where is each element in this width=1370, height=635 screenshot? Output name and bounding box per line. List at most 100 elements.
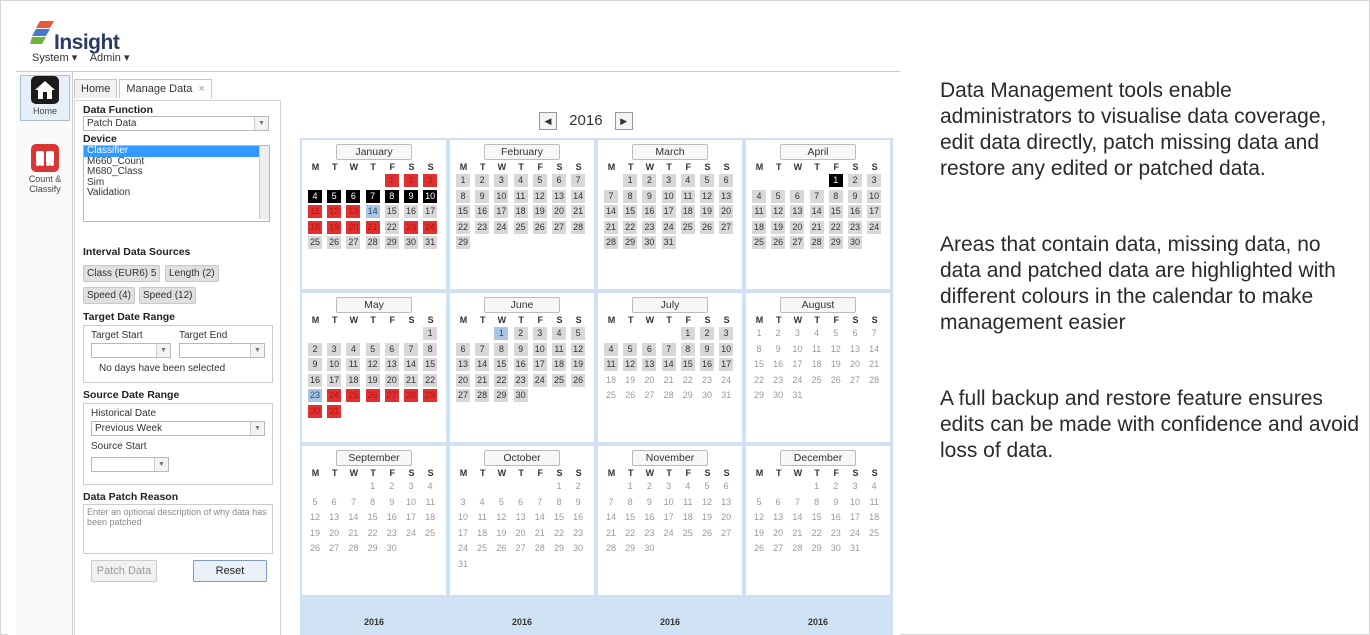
calendar-day[interactable]: 7 — [661, 342, 676, 356]
calendar-day[interactable]: 26 — [700, 527, 714, 540]
calendar-day[interactable]: 7 — [475, 342, 490, 356]
calendar-day[interactable]: 28 — [533, 542, 547, 555]
calendar-day[interactable]: 18 — [681, 511, 695, 524]
calendar-day[interactable]: 22 — [623, 527, 637, 540]
calendar-day[interactable]: 7 — [867, 327, 881, 340]
calendar-day[interactable]: 11 — [308, 205, 322, 218]
calendar-day[interactable]: 13 — [642, 358, 657, 371]
calendar-day[interactable]: 23 — [829, 527, 843, 540]
calendar-day[interactable]: 20 — [327, 527, 341, 540]
calendar-day[interactable]: 12 — [571, 342, 586, 356]
calendar-day[interactable]: 8 — [680, 342, 695, 356]
calendar-day[interactable]: 24 — [327, 389, 342, 402]
calendar-day[interactable]: 10 — [423, 189, 438, 203]
calendar-day[interactable]: 6 — [327, 496, 341, 509]
calendar-day[interactable]: 3 — [790, 327, 804, 340]
calendar-day[interactable]: 15 — [552, 511, 566, 524]
calendar-day[interactable]: 6 — [771, 496, 785, 509]
calendar-day[interactable]: 16 — [475, 205, 490, 218]
calendar-day[interactable]: 20 — [552, 205, 566, 218]
calendar-day[interactable]: 18 — [604, 374, 618, 387]
calendar-day[interactable]: 8 — [810, 496, 824, 509]
calendar-day[interactable]: 8 — [552, 496, 566, 509]
calendar-day[interactable]: 5 — [829, 327, 843, 340]
calendar-day[interactable]: 20 — [771, 527, 785, 540]
calendar-day[interactable]: 18 — [475, 527, 489, 540]
calendar-day[interactable]: 28 — [475, 389, 490, 402]
patch-reason-textarea[interactable]: Enter an optional description of why dat… — [83, 504, 273, 554]
calendar-day[interactable]: 17 — [662, 511, 676, 524]
calendar-day[interactable]: 2 — [848, 174, 862, 187]
calendar-day[interactable]: 20 — [346, 220, 361, 234]
calendar-day[interactable]: 15 — [623, 511, 637, 524]
calendar-day[interactable]: 27 — [719, 527, 733, 540]
calendar-day[interactable]: 10 — [532, 342, 547, 356]
reset-button[interactable]: Reset — [193, 560, 267, 582]
calendar-day[interactable]: 25 — [604, 389, 618, 402]
calendar-day[interactable]: 14 — [404, 358, 418, 371]
calendar-day[interactable]: 17 — [327, 373, 342, 387]
calendar-day[interactable]: 21 — [867, 358, 881, 371]
calendar-day[interactable]: 31 — [456, 558, 470, 571]
calendar-day[interactable]: 11 — [604, 358, 618, 371]
calendar-day[interactable]: 1 — [384, 174, 399, 187]
chip-length[interactable]: Length (2) — [165, 265, 219, 282]
calendar-day[interactable]: 20 — [642, 374, 656, 387]
calendar-day[interactable]: 9 — [513, 342, 528, 356]
calendar-day[interactable]: 6 — [552, 174, 566, 187]
calendar-day[interactable]: 3 — [661, 174, 676, 187]
calendar-day[interactable]: 10 — [662, 496, 676, 509]
calendar-day[interactable]: 21 — [571, 205, 586, 218]
calendar-day[interactable]: 27 — [642, 389, 656, 402]
calendar-day[interactable]: 3 — [494, 174, 509, 187]
calendar-day[interactable]: 31 — [661, 236, 676, 249]
device-item-classifier[interactable]: Classifier — [84, 145, 269, 157]
calendar-day[interactable]: 29 — [494, 389, 509, 402]
calendar-day[interactable]: 20 — [719, 511, 733, 524]
device-item-validation[interactable]: Validation — [84, 187, 269, 199]
calendar-day[interactable]: 30 — [513, 389, 528, 402]
calendar-day[interactable]: 13 — [552, 189, 566, 203]
calendar-day[interactable]: 10 — [494, 189, 509, 203]
calendar-day[interactable]: 23 — [642, 220, 657, 234]
calendar-day[interactable]: 30 — [771, 389, 785, 402]
calendar-day[interactable]: 11 — [552, 342, 566, 356]
calendar-day[interactable]: 8 — [623, 496, 637, 509]
calendar-day[interactable]: 16 — [571, 511, 585, 524]
calendar-day[interactable]: 26 — [752, 542, 766, 555]
calendar-day[interactable]: 5 — [571, 327, 586, 340]
calendar-day[interactable]: 30 — [642, 236, 657, 249]
calendar-day[interactable]: 11 — [346, 358, 361, 371]
calendar-day[interactable]: 12 — [494, 511, 508, 524]
calendar-day[interactable]: 16 — [771, 358, 785, 371]
calendar-day[interactable]: 18 — [346, 373, 361, 387]
next-year-button[interactable]: ▶ — [614, 112, 633, 131]
calendar-day[interactable]: 4 — [752, 189, 766, 203]
calendar-day[interactable]: 12 — [532, 189, 547, 203]
calendar-day[interactable]: 17 — [404, 511, 418, 524]
calendar-day[interactable]: 25 — [810, 374, 824, 387]
calendar-day[interactable]: 11 — [513, 189, 528, 203]
calendar-day[interactable]: 14 — [365, 205, 380, 218]
calendar-day[interactable]: 5 — [700, 480, 714, 493]
calendar-day[interactable]: 1 — [810, 480, 824, 493]
calendar-day[interactable]: 29 — [552, 542, 566, 555]
calendar-day[interactable]: 1 — [828, 174, 843, 187]
calendar-day[interactable]: 23 — [848, 220, 862, 234]
calendar-day[interactable]: 22 — [552, 527, 566, 540]
calendar-day[interactable]: 11 — [681, 496, 695, 509]
calendar-day[interactable]: 4 — [308, 189, 322, 203]
calendar-day[interactable]: 25 — [346, 389, 361, 402]
calendar-day[interactable]: 3 — [456, 496, 470, 509]
menu-admin[interactable]: Admin ▾ — [90, 52, 130, 64]
calendar-day[interactable]: 9 — [571, 496, 585, 509]
calendar-day[interactable]: 1 — [752, 327, 766, 340]
calendar-day[interactable]: 16 — [404, 205, 418, 218]
calendar-day[interactable]: 2 — [404, 174, 418, 187]
calendar-day[interactable]: 29 — [810, 542, 824, 555]
calendar-day[interactable]: 25 — [681, 527, 695, 540]
calendar-day[interactable]: 23 — [513, 373, 528, 387]
calendar-day[interactable]: 28 — [790, 542, 804, 555]
calendar-day[interactable]: 21 — [475, 373, 490, 387]
calendar-day[interactable]: 21 — [533, 527, 547, 540]
